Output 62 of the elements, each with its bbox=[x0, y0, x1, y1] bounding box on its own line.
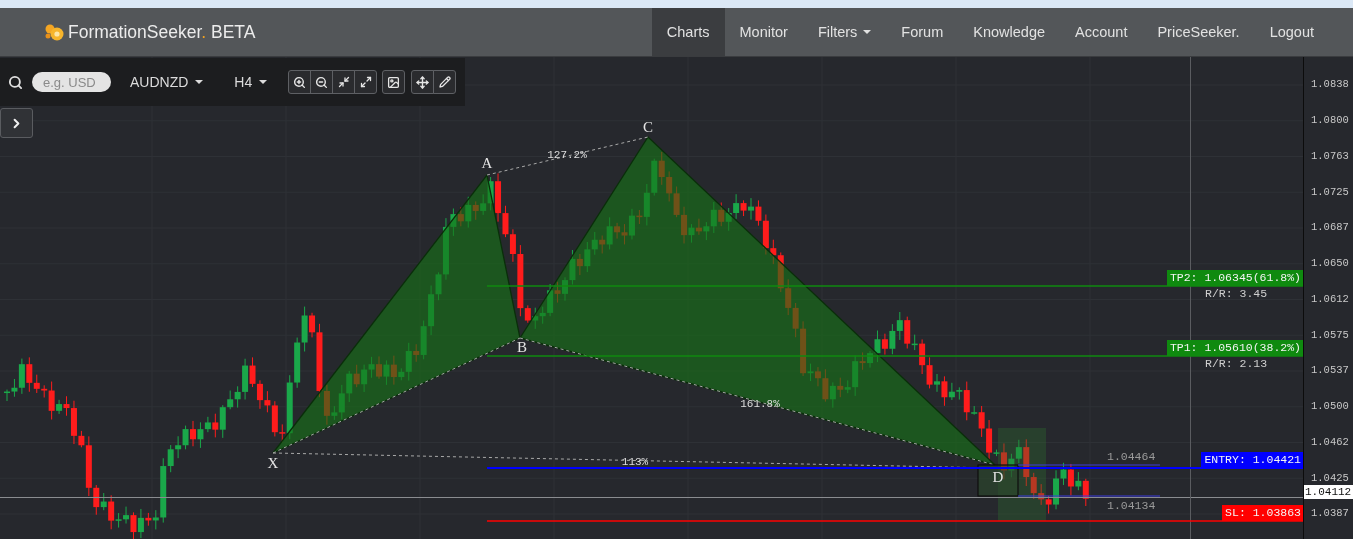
nav-link[interactable]: Monitor bbox=[724, 8, 803, 56]
risk-reward-label: R/R: 2.13 bbox=[1205, 357, 1268, 370]
caret-icon bbox=[259, 80, 268, 84]
ratio-label: 113% bbox=[621, 456, 649, 468]
zoom-out-icon bbox=[315, 75, 329, 89]
axis-tick-label: 1.0650 bbox=[1311, 258, 1349, 270]
move-button[interactable] bbox=[411, 70, 435, 94]
pattern-point-label: A bbox=[481, 155, 493, 171]
axis-tick-label: 1.0687 bbox=[1311, 222, 1349, 234]
axis-tick-label: 1.0500 bbox=[1311, 401, 1349, 413]
zone-price-label: 1.04134 bbox=[1107, 499, 1156, 512]
axis-tick-label: 1.0838 bbox=[1311, 79, 1349, 91]
search-icon bbox=[8, 74, 23, 90]
nav-link[interactable]: Charts bbox=[651, 8, 725, 56]
nav-link[interactable]: Logout bbox=[1254, 8, 1329, 56]
pattern-point-label: D bbox=[992, 469, 1004, 485]
axis-tick-label: 1.0763 bbox=[1311, 150, 1349, 162]
shrink-arrows-icon bbox=[337, 76, 350, 88]
pattern-point-label: C bbox=[643, 119, 653, 135]
nav-link[interactable]: Knowledge bbox=[958, 8, 1060, 56]
pencil-button[interactable] bbox=[433, 70, 457, 94]
move-arrows-icon bbox=[416, 75, 430, 89]
brand-name[interactable]: FormationSeeker. BETA bbox=[68, 21, 256, 43]
ratio-label: 161.8% bbox=[740, 398, 780, 410]
zoom-in-button[interactable] bbox=[288, 70, 312, 94]
nav-link[interactable]: PriceSeeker. bbox=[1142, 8, 1255, 56]
pattern-point-label: B bbox=[517, 339, 527, 355]
pencil-icon bbox=[438, 76, 451, 88]
price-level-tag: TP1: 1.05610(38.2%) bbox=[1166, 340, 1303, 356]
symbol-dropdown[interactable]: AUDNZD bbox=[130, 74, 204, 90]
caret-icon bbox=[863, 30, 872, 34]
price-level-tag: SL: 1.03863 bbox=[1222, 505, 1303, 521]
axis-tick-label: 1.0612 bbox=[1311, 293, 1349, 305]
axis-tick-label: 1.0575 bbox=[1311, 329, 1349, 341]
price-level-tag: TP2: 1.06345(61.8%) bbox=[1166, 270, 1303, 286]
image-icon bbox=[387, 75, 401, 89]
pattern-point-label: X bbox=[267, 455, 279, 471]
shrink-button[interactable] bbox=[332, 70, 356, 94]
axis-tick-label: 1.0725 bbox=[1311, 186, 1349, 198]
nav-link[interactable]: Account bbox=[1060, 8, 1143, 56]
expand-arrows-icon bbox=[359, 76, 372, 88]
search-field[interactable]: e.g. USD bbox=[32, 72, 111, 92]
caret-icon bbox=[195, 80, 204, 84]
ratio-label: 127.2% bbox=[547, 149, 587, 161]
risk-reward-label: R/R: 3.45 bbox=[1205, 287, 1268, 300]
axis-tick-label: 1.0462 bbox=[1311, 436, 1349, 448]
axis-tick-label: 1.0537 bbox=[1311, 365, 1349, 377]
zoom-out-button[interactable] bbox=[310, 70, 334, 94]
panel-toggle-button[interactable] bbox=[0, 108, 33, 138]
timeframe-dropdown[interactable]: H4 bbox=[234, 74, 268, 90]
current-price-tag: 1.04112 bbox=[1304, 484, 1353, 499]
axis-tick-label: 1.0425 bbox=[1311, 472, 1349, 484]
nav-link[interactable]: Filters bbox=[802, 8, 887, 56]
zoom-in-icon bbox=[293, 75, 307, 89]
price-level-tag: ENTRY: 1.04421 bbox=[1201, 452, 1303, 468]
nav-link[interactable]: Forum bbox=[886, 8, 959, 56]
axis-tick-label: 1.0800 bbox=[1311, 115, 1349, 127]
zone-price-label: 1.04464 bbox=[1107, 450, 1156, 463]
axis-tick-label: 1.0387 bbox=[1311, 508, 1349, 520]
image-button[interactable] bbox=[382, 70, 406, 94]
expand-button[interactable] bbox=[354, 70, 378, 94]
logo-icon bbox=[44, 23, 65, 41]
